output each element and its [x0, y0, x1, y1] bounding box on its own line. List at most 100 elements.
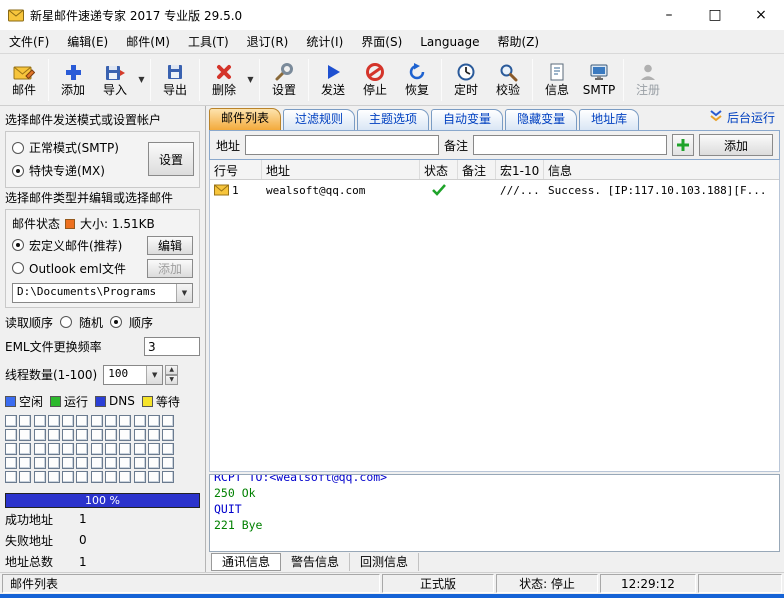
- close-button[interactable]: ×: [738, 0, 784, 30]
- menu-tools[interactable]: 工具(T): [179, 30, 238, 54]
- thread-cell: [148, 429, 160, 441]
- thread-cell: [76, 471, 88, 483]
- thread-count-spinner[interactable]: ▲▼: [165, 365, 178, 385]
- toolbar-settings-button[interactable]: 设置: [263, 56, 305, 104]
- mail-status-label: 邮件状态: [12, 215, 60, 232]
- add-eml-button: 添加: [147, 259, 193, 278]
- thread-cell: [62, 443, 74, 455]
- menu-language[interactable]: Language: [411, 30, 488, 54]
- radio-sequential-order[interactable]: [110, 316, 122, 328]
- window-bottom-edge: [0, 594, 784, 598]
- info-cell: Success. [IP:117.10.103.188][F...: [544, 180, 779, 200]
- minimize-button[interactable]: –: [646, 0, 692, 30]
- import-dropdown-arrow-icon[interactable]: ▼: [136, 56, 147, 104]
- toolbar-import-button[interactable]: 导入: [94, 56, 136, 104]
- send-mode-groupbox: 正常模式(SMTP) 特快专递(MX) 设置: [5, 131, 200, 188]
- radio-mx-mode[interactable]: [12, 165, 24, 177]
- tab-auto-variables[interactable]: 自动变量: [431, 109, 503, 130]
- toolbar-button-label: 添加: [61, 84, 85, 97]
- type-option-macro[interactable]: 宏定义邮件(推荐) 编辑: [12, 234, 193, 257]
- column-header-status[interactable]: 状态: [420, 160, 458, 179]
- spin-down-icon[interactable]: ▼: [165, 375, 178, 385]
- address-input[interactable]: [245, 135, 439, 155]
- address-entry-panel: 地址 备注 添加: [209, 130, 780, 160]
- tab-hidden-variables[interactable]: 隐藏变量: [505, 109, 577, 130]
- type-option-eml[interactable]: Outlook eml文件 添加: [12, 257, 193, 280]
- tab-warning-info[interactable]: 警告信息: [281, 553, 350, 571]
- thread-count-row: 线程数量(1-100) 100 ▼ ▲▼: [5, 362, 200, 387]
- radio-eml-file[interactable]: [12, 262, 24, 274]
- tab-communication-info[interactable]: 通讯信息: [211, 553, 281, 571]
- combo-dropdown-arrow-icon[interactable]: ▼: [146, 366, 162, 384]
- table-header: 行号 地址 状态 备注 宏1-10 信息: [210, 160, 779, 180]
- communication-log[interactable]: RCPT TO:<wealsoft@qq.com> 250 Ok QUIT 22…: [209, 474, 780, 552]
- toolbar-stop-button[interactable]: 停止: [354, 56, 396, 104]
- add-address-button[interactable]: 添加: [699, 134, 773, 156]
- menu-edit[interactable]: 编辑(E): [58, 30, 117, 54]
- tab-subject-options[interactable]: 主题选项: [357, 109, 429, 130]
- register-user-icon: [638, 62, 658, 82]
- menu-statistics[interactable]: 统计(I): [297, 30, 352, 54]
- column-header-info[interactable]: 信息: [544, 160, 779, 179]
- remark-input[interactable]: [473, 135, 667, 155]
- thread-cell: [162, 457, 174, 469]
- thread-cell: [119, 429, 131, 441]
- toolbar-send-button[interactable]: 发送: [312, 56, 354, 104]
- edit-mail-button[interactable]: 编辑: [147, 236, 193, 255]
- toolbar-info-button[interactable]: 信息: [536, 56, 578, 104]
- main-panel: 邮件列表 过滤规则 主题选项 自动变量 隐藏变量 地址库 后台运行 地址 备注 …: [206, 106, 784, 572]
- toolbar-smtp-button[interactable]: SMTP: [578, 56, 620, 104]
- column-header-row-number[interactable]: 行号: [210, 160, 262, 179]
- quick-add-button[interactable]: [672, 134, 694, 156]
- toolbar-separator: [199, 59, 200, 101]
- menu-interface[interactable]: 界面(S): [352, 30, 411, 54]
- eml-folder-combobox[interactable]: D:\Documents\Programs ▼: [12, 283, 193, 303]
- tab-mail-list[interactable]: 邮件列表: [209, 108, 281, 130]
- toolbar-export-button[interactable]: 导出: [154, 56, 196, 104]
- delete-dropdown-arrow-icon[interactable]: ▼: [245, 56, 256, 104]
- thread-cell: [91, 471, 103, 483]
- thread-cell: [19, 415, 31, 427]
- mail-size-label: 大小: 1.51KB: [80, 215, 155, 232]
- toolbar-schedule-button[interactable]: 定时: [445, 56, 487, 104]
- column-header-address[interactable]: 地址: [262, 160, 420, 179]
- info-document-icon: [547, 62, 567, 82]
- stat-total: 地址总数 1: [5, 552, 200, 572]
- account-settings-button[interactable]: 设置: [148, 142, 194, 176]
- eml-frequency-input[interactable]: [144, 337, 200, 356]
- spin-up-icon[interactable]: ▲: [165, 365, 178, 375]
- window-controls: – □ ×: [646, 0, 784, 30]
- maximize-button[interactable]: □: [692, 0, 738, 30]
- toolbar-button-label: 设置: [272, 84, 296, 97]
- column-header-macros[interactable]: 宏1-10: [496, 160, 544, 179]
- thread-count-combobox[interactable]: 100 ▼: [103, 365, 163, 385]
- radio-macro-mail[interactable]: [12, 239, 24, 251]
- radio-random-order[interactable]: [60, 316, 72, 328]
- toolbar-mail-button[interactable]: 邮件: [3, 56, 45, 104]
- tab-callback-info[interactable]: 回测信息: [350, 553, 419, 571]
- delete-cross-icon: [214, 62, 234, 82]
- thread-cell: [119, 415, 131, 427]
- toolbar-delete-button[interactable]: 删除: [203, 56, 245, 104]
- remark-label: 备注: [444, 137, 468, 154]
- column-header-remark[interactable]: 备注: [458, 160, 496, 179]
- type-section-title: 选择邮件类型并编辑或选择邮件: [5, 190, 200, 207]
- menu-help[interactable]: 帮助(Z): [488, 30, 548, 54]
- combo-dropdown-arrow-icon[interactable]: ▼: [176, 284, 192, 302]
- menu-file[interactable]: 文件(F): [0, 30, 58, 54]
- toolbar-verify-button[interactable]: 校验: [487, 56, 529, 104]
- toolbar-resume-button[interactable]: 恢复: [396, 56, 438, 104]
- thread-cell: [48, 429, 60, 441]
- background-run-link[interactable]: 后台运行: [709, 109, 780, 130]
- menu-mail[interactable]: 邮件(M): [117, 30, 179, 54]
- menu-unsubscribe[interactable]: 退订(R): [238, 30, 298, 54]
- table-row[interactable]: 1 wealsoft@qq.com ///... Success. [IP:11…: [210, 180, 779, 200]
- log-tabs: 通讯信息 警告信息 回测信息: [209, 552, 780, 572]
- tab-address-library[interactable]: 地址库: [579, 109, 639, 130]
- radio-smtp-mode[interactable]: [12, 142, 24, 154]
- toolbar-separator: [259, 59, 260, 101]
- toolbar-add-button[interactable]: 添加: [52, 56, 94, 104]
- statusbar-status: 状态: 停止: [496, 574, 598, 593]
- mail-type-groupbox: 邮件状态 大小: 1.51KB 宏定义邮件(推荐) 编辑 Outlook eml…: [5, 209, 200, 308]
- tab-filter-rules[interactable]: 过滤规则: [283, 109, 355, 130]
